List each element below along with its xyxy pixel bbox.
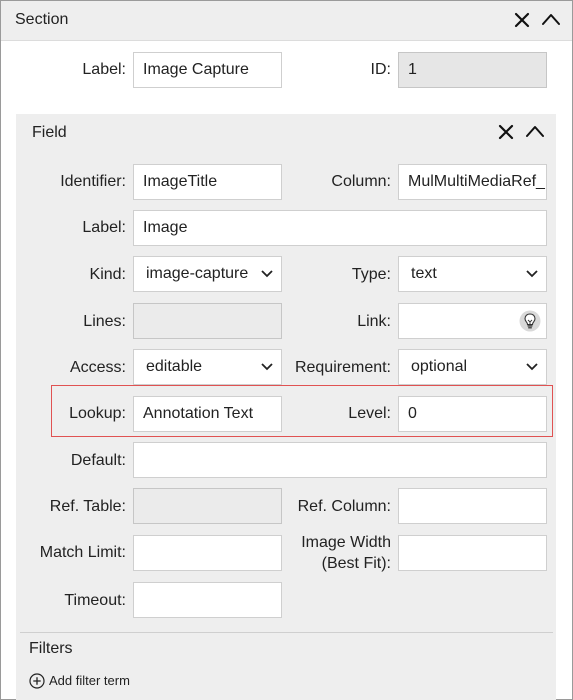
section-close-button[interactable] [513, 11, 533, 31]
level-input[interactable]: 0 [398, 396, 547, 432]
field-label-input[interactable]: Image [133, 210, 547, 246]
match-limit-input[interactable] [133, 535, 282, 571]
field-label-caption: Label: [82, 219, 126, 236]
close-icon [498, 124, 514, 140]
field-close-button[interactable] [497, 123, 517, 143]
chevron-up-icon [526, 126, 544, 137]
link-input[interactable] [398, 303, 547, 339]
field-collapse-button[interactable] [524, 122, 544, 142]
type-caption: Type: [351, 266, 391, 283]
close-icon [514, 12, 530, 28]
access-select-value: editable [146, 358, 203, 375]
column-caption: Column: [331, 173, 391, 190]
section-id-caption: ID: [370, 61, 391, 78]
access-caption: Access: [69, 359, 126, 376]
section-title: Section [15, 11, 69, 28]
lightbulb-icon[interactable] [519, 310, 541, 332]
chevron-up-icon [542, 14, 560, 25]
section-label-input[interactable]: Image Capture [133, 52, 282, 88]
column-input[interactable]: MulMultiMediaRef_ [398, 164, 547, 200]
requirement-select-value: optional [411, 358, 468, 375]
default-input[interactable] [133, 442, 547, 478]
filters-title: Filters [29, 640, 73, 657]
requirement-caption: Requirement: [294, 359, 391, 376]
filters-divider [20, 632, 553, 633]
lookup-caption: Lookup: [69, 405, 126, 422]
access-select[interactable]: editable [133, 349, 282, 385]
ref-column-caption: Ref. Column: [297, 498, 391, 515]
lines-caption: Lines: [83, 313, 126, 330]
kind-caption: Kind: [89, 266, 126, 283]
timeout-caption: Timeout: [64, 592, 126, 609]
lookup-input[interactable]: Annotation Text [133, 396, 282, 432]
type-select-value: text [411, 265, 437, 282]
kind-select-value: image-capture [146, 265, 249, 282]
chevron-down-icon [261, 363, 273, 371]
image-width-input[interactable] [398, 535, 547, 571]
identifier-input[interactable]: ImageTitle [133, 164, 282, 200]
kind-select[interactable]: image-capture [133, 256, 282, 292]
ref-table-caption: Ref. Table: [49, 498, 126, 515]
level-caption: Level: [348, 405, 391, 422]
section-label-caption: Label: [82, 61, 126, 78]
chevron-down-icon [526, 270, 538, 278]
ref-column-input[interactable] [398, 488, 547, 524]
section-header [1, 1, 572, 41]
default-caption: Default: [70, 452, 126, 469]
requirement-select[interactable]: optional [398, 349, 547, 385]
chevron-down-icon [526, 363, 538, 371]
link-caption: Link: [357, 313, 391, 330]
lines-input [133, 303, 282, 339]
section-id-field: 1 [398, 52, 547, 88]
ref-table-input [133, 488, 282, 524]
match-limit-caption: Match Limit: [39, 544, 126, 561]
plus-circle-icon [29, 673, 45, 689]
timeout-input[interactable] [133, 582, 282, 618]
type-select[interactable]: text [398, 256, 547, 292]
identifier-caption: Identifier: [60, 173, 126, 190]
image-width-caption: Image Width (Best Fit): [301, 534, 391, 572]
add-filter-term-label: Add filter term [49, 673, 130, 688]
field-title: Field [32, 124, 67, 141]
section-collapse-button[interactable] [540, 10, 560, 30]
chevron-down-icon [261, 270, 273, 278]
